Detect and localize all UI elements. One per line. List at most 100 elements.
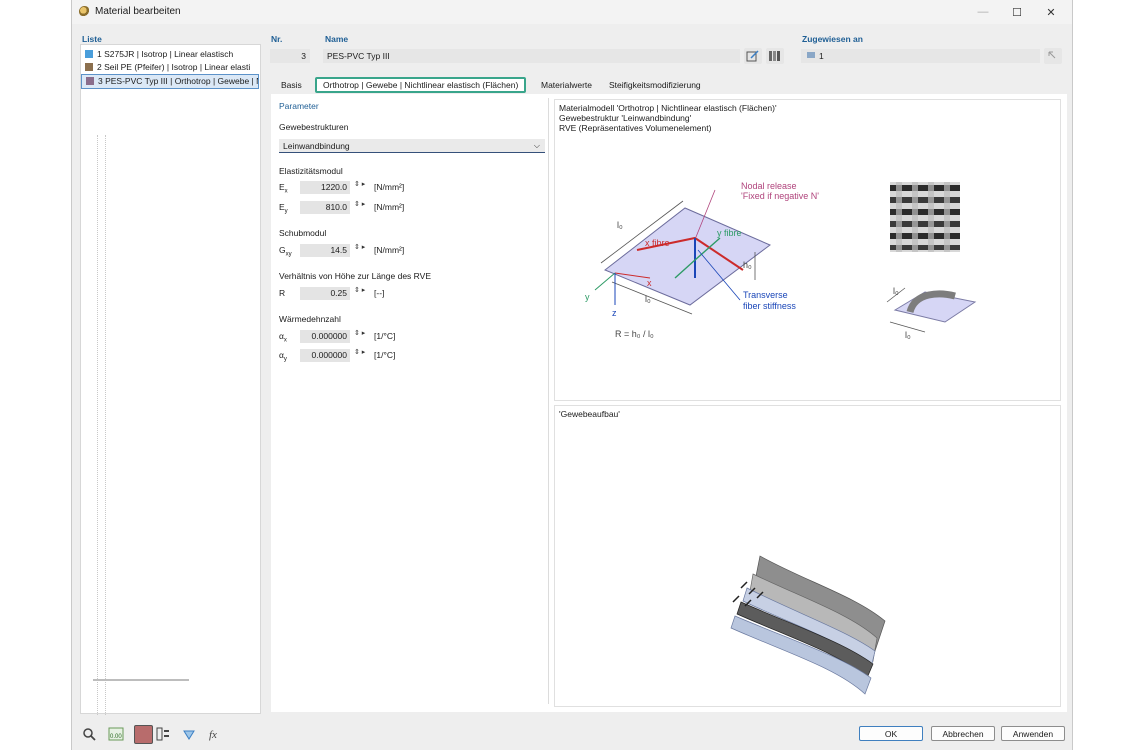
tab-orthotropic[interactable]: Orthotrop | Gewebe | Nichtlinear elastis…	[315, 77, 527, 93]
nr-field[interactable]: 3	[270, 49, 310, 63]
list-item[interactable]: 2 Seil PE (Pfeifer) | Isotrop | Linear e…	[81, 61, 260, 74]
ex-symbol: Ex	[279, 182, 288, 195]
axis-x-label: x	[647, 278, 652, 288]
parameter-header: Parameter	[279, 101, 319, 111]
axis-y-label: y	[585, 292, 590, 302]
library-icon	[769, 51, 780, 61]
tree-guide	[97, 135, 98, 715]
table-button[interactable]	[154, 726, 172, 742]
svg-text:fx: fx	[209, 729, 217, 741]
material-model-diagram: Materialmodell 'Orthotrop | Nichtlinear …	[554, 99, 1061, 401]
alpha-y-spinner[interactable]: ⇕ ▸	[354, 348, 365, 356]
pick-icon	[1048, 51, 1056, 59]
function-icon: fx	[209, 729, 217, 741]
alpha-x-symbol: αx	[279, 331, 287, 344]
window-title: Material bearbeiten	[95, 6, 181, 17]
title-bar: Material bearbeiten — ☐ ✕	[72, 0, 1072, 24]
y-fibre-label: y fibre	[717, 228, 742, 238]
tab-material-values[interactable]: Materialwerte	[535, 77, 598, 93]
assigned-label: Zugewiesen an	[802, 34, 863, 44]
units-button[interactable]: 0.00	[107, 726, 125, 742]
alpha-y-input[interactable]: 0.000000	[300, 349, 350, 362]
ey-unit: [N/mm²]	[374, 202, 405, 212]
help-icon	[183, 730, 195, 740]
elastic-modulus-label: Elastizitätsmodul	[279, 166, 343, 176]
list-item[interactable]: 1 S275JR | Isotrop | Linear elastisch	[81, 48, 260, 61]
transverse-label: Transverse	[743, 290, 788, 300]
weave-structure-select[interactable]: Leinwandbindung ⌵	[279, 139, 545, 153]
decimal-icon: 0.00	[108, 727, 124, 741]
tab-basis[interactable]: Basis	[275, 77, 308, 93]
weave-pattern-icon	[890, 182, 960, 252]
search-icon	[83, 728, 96, 741]
close-button[interactable]: ✕	[1034, 0, 1068, 24]
ex-spinner[interactable]: ⇕ ▸	[354, 180, 365, 188]
r-unit: [--]	[374, 288, 385, 298]
cancel-button[interactable]: Abbrechen	[931, 726, 995, 741]
alpha-x-input[interactable]: 0.000000	[300, 330, 350, 343]
fixed-negative-label: 'Fixed if negative N'	[741, 191, 819, 201]
h0-label: h₀	[743, 260, 752, 270]
select-assignment-button[interactable]	[1044, 48, 1062, 64]
rve-detail-icon: l₀ l₀	[886, 286, 977, 340]
edit-icon	[746, 50, 759, 62]
tree-guide	[105, 135, 106, 715]
ex-unit: [N/mm²]	[374, 182, 405, 192]
ey-spinner[interactable]: ⇕ ▸	[354, 200, 365, 208]
tab-content: Parameter Gewebestrukturen Leinwandbindu…	[271, 94, 1067, 712]
shear-modulus-label: Schubmodul	[279, 228, 327, 238]
nr-label: Nr.	[271, 34, 283, 44]
surface-icon	[807, 52, 815, 58]
r-input[interactable]: 0.25	[300, 287, 350, 300]
nodal-release-label: Nodal release	[741, 181, 797, 191]
l0-label-bottom: l₀	[645, 294, 651, 304]
gxy-symbol: Gxy	[279, 245, 292, 258]
r-spinner[interactable]: ⇕ ▸	[354, 286, 365, 294]
axis-y-arrow	[594, 272, 616, 291]
ex-input[interactable]: 1220.0	[300, 181, 350, 194]
name-label: Name	[325, 34, 349, 44]
fiber-stiffness-label: fiber stiffness	[743, 301, 796, 311]
color-button[interactable]	[134, 725, 153, 744]
search-button[interactable]	[80, 726, 98, 742]
ok-button[interactable]: OK	[859, 726, 923, 741]
material-list[interactable]: 1 S275JR | Isotrop | Linear elastisch 2 …	[80, 44, 261, 715]
tab-stiffness-modification[interactable]: Steifigkeitsmodifizierung	[603, 77, 707, 93]
alpha-x-spinner[interactable]: ⇕ ▸	[354, 329, 365, 337]
ratio-label: Verhältnis von Höhe zur Länge des RVE	[279, 271, 431, 281]
rve-l0-label-bottom: l₀	[905, 330, 911, 340]
svg-text:0.00: 0.00	[110, 734, 122, 740]
gxy-spinner[interactable]: ⇕ ▸	[354, 243, 365, 251]
alpha-x-unit: [1/°C]	[374, 331, 396, 341]
maximize-button[interactable]: ☐	[1000, 0, 1034, 24]
list-label: Liste	[82, 34, 102, 44]
edit-name-button[interactable]	[744, 48, 762, 64]
table-icon	[156, 727, 169, 741]
list-item-selected[interactable]: 3 PES-PVC Typ III | Orthotrop | Gewebe |…	[81, 74, 259, 89]
assigned-field[interactable]: 1	[801, 49, 1040, 63]
color-swatch	[85, 63, 93, 71]
fabric-layers-illustration	[730, 555, 886, 695]
rve-diagram: x y z Nodal release 'Fixed if negative N…	[585, 181, 977, 340]
formula-button[interactable]: fx	[207, 726, 225, 742]
color-swatch	[86, 77, 94, 85]
rve-l0-label-top: l₀	[893, 286, 899, 296]
r-symbol: R	[279, 288, 286, 298]
material-icon	[79, 6, 90, 17]
minimize-button[interactable]: —	[966, 0, 1000, 24]
gxy-unit: [N/mm²]	[374, 245, 405, 255]
horizontal-scrollbar[interactable]	[93, 679, 189, 681]
ey-input[interactable]: 810.0	[300, 201, 350, 214]
apply-button[interactable]: Anwenden	[1001, 726, 1065, 741]
axis-z-label: z	[612, 308, 617, 318]
color-swatch	[85, 50, 93, 58]
ratio-formula: R = h₀ / l₀	[615, 329, 654, 339]
help-button[interactable]	[180, 726, 198, 742]
weave-structure-label: Gewebestrukturen	[279, 122, 349, 132]
alpha-y-symbol: αy	[279, 350, 287, 363]
thermal-expansion-label: Wärmedehnzahl	[279, 314, 341, 324]
x-fibre-label: x fibre	[645, 238, 670, 248]
library-button[interactable]	[766, 48, 784, 64]
name-field[interactable]: PES-PVC Typ III	[323, 49, 740, 63]
gxy-input[interactable]: 14.5	[300, 244, 350, 257]
